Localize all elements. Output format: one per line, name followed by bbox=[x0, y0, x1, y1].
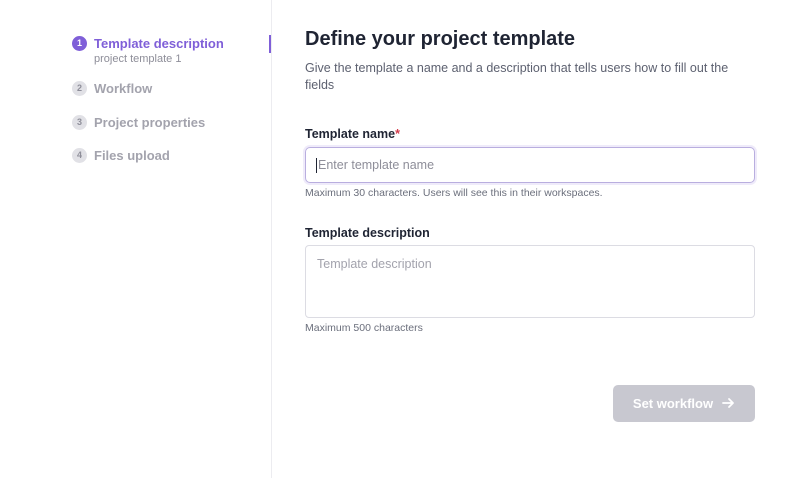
page-title: Define your project template bbox=[305, 28, 576, 50]
step-project-properties[interactable]: 3 Project properties bbox=[72, 114, 205, 131]
step-label: Project properties bbox=[94, 115, 206, 130]
step-sublabel: project template 1 bbox=[94, 53, 182, 65]
set-workflow-button[interactable]: Set workflow bbox=[613, 385, 755, 422]
stepper-sidebar: 1 Template description project template … bbox=[0, 0, 272, 478]
template-name-label: Template name* bbox=[305, 127, 400, 141]
step-template-description[interactable]: 1 Template description project template … bbox=[72, 35, 224, 66]
template-name-hint: Maximum 30 characters. Users will see th… bbox=[305, 187, 603, 199]
step-number-badge: 3 bbox=[72, 115, 87, 130]
set-workflow-label: Set workflow bbox=[632, 396, 714, 411]
step-label: Workflow bbox=[94, 81, 153, 96]
step-number-badge: 1 bbox=[72, 36, 87, 51]
active-step-indicator bbox=[269, 35, 271, 53]
template-name-input[interactable]: Enter template name bbox=[305, 147, 755, 183]
step-workflow[interactable]: 2 Workflow bbox=[72, 80, 152, 97]
text-caret bbox=[316, 157, 317, 173]
step-number-badge: 4 bbox=[72, 148, 87, 163]
template-description-hint: Maximum 500 characters bbox=[305, 322, 423, 334]
step-number-badge: 2 bbox=[72, 81, 87, 96]
template-description-placeholder: Template description bbox=[317, 257, 432, 271]
page-description: Give the template a name and a descripti… bbox=[305, 61, 729, 92]
template-description-label: Template description bbox=[305, 226, 430, 240]
template-description-textarea[interactable]: Template description bbox=[305, 245, 755, 318]
step-files-upload[interactable]: 4 Files upload bbox=[72, 147, 170, 164]
step-label: Template description bbox=[94, 36, 224, 51]
template-name-label-text: Template name bbox=[305, 127, 396, 141]
arrow-right-icon bbox=[722, 396, 735, 412]
required-mark: * bbox=[395, 127, 400, 141]
step-label: Files upload bbox=[94, 148, 170, 163]
template-name-placeholder: Enter template name bbox=[318, 158, 435, 172]
